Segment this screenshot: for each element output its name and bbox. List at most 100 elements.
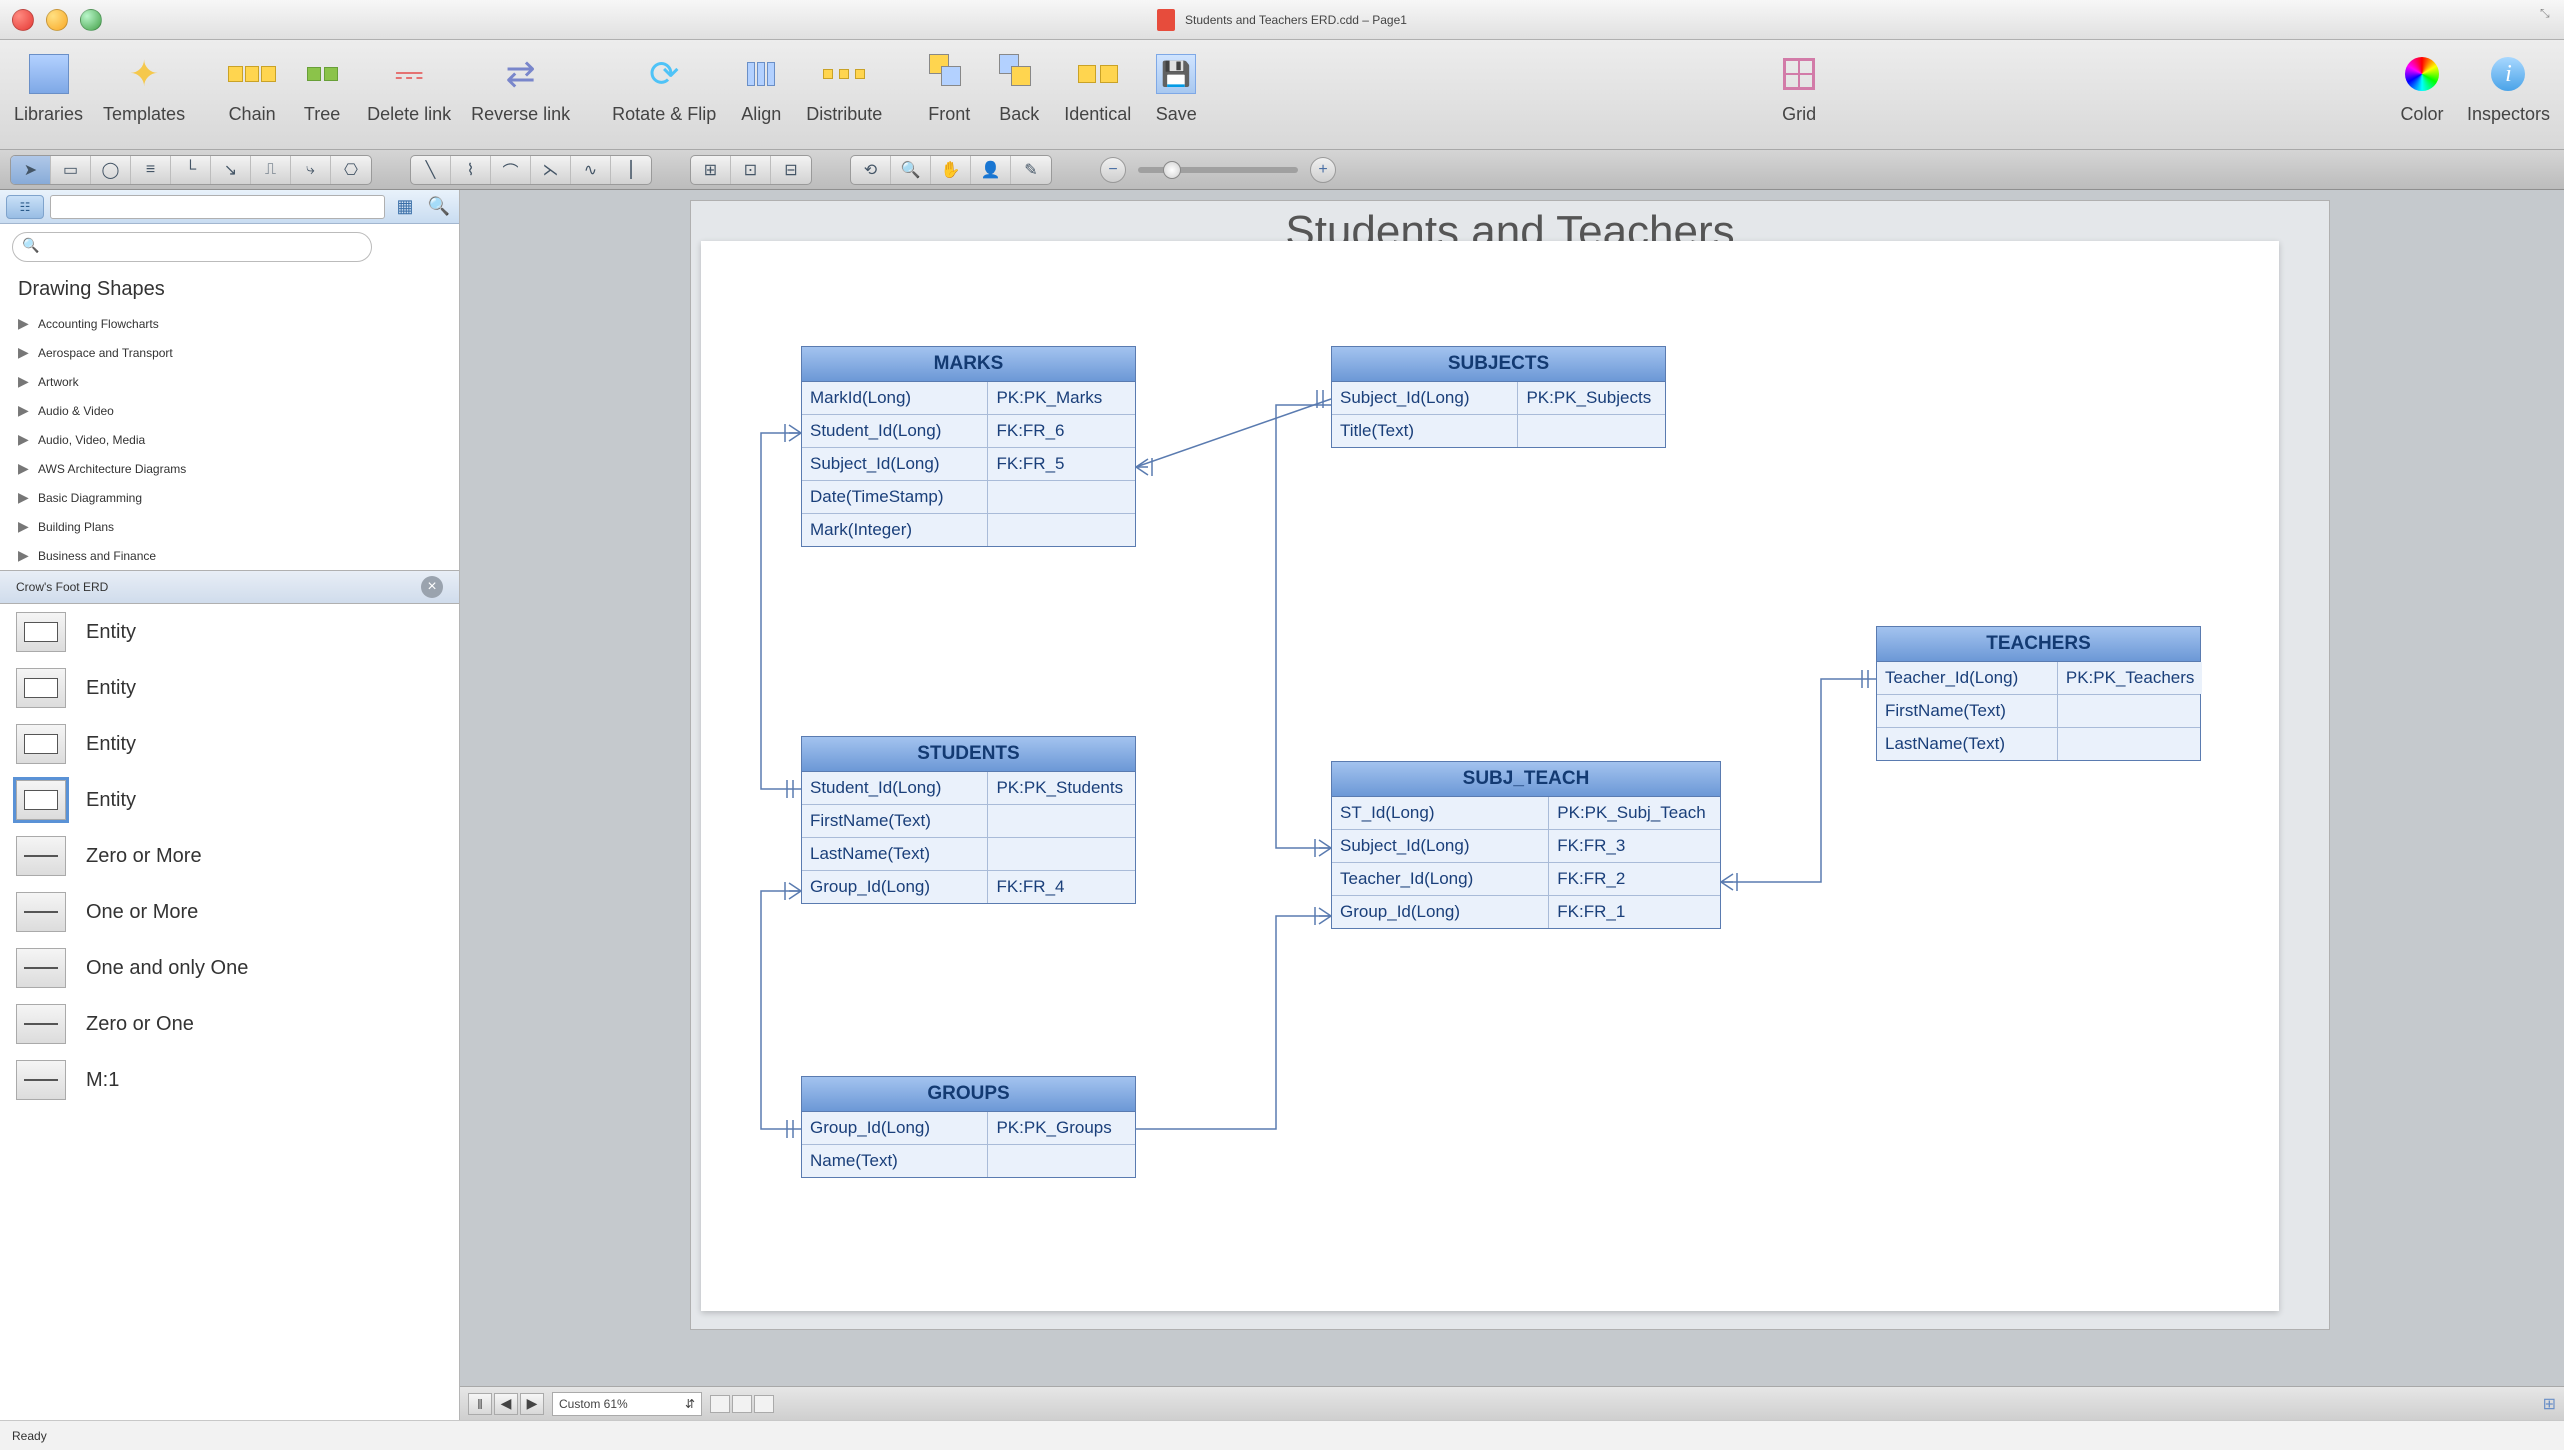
library-category-item[interactable]: ▶Audio, Video, Media <box>0 425 459 454</box>
zoom-label: Custom 61% <box>559 1397 628 1411</box>
palette-item[interactable]: Entity <box>0 660 459 716</box>
erd-table-students[interactable]: STUDENTSStudent_Id(Long)PK:PK_StudentsFi… <box>801 736 1136 904</box>
library-category-item[interactable]: ▶Building Plans <box>0 512 459 541</box>
window-title-text: Students and Teachers ERD.cdd – Page1 <box>1185 13 1407 27</box>
connector-tool-2[interactable]: ↘ <box>211 156 251 184</box>
search-icon[interactable]: 🔍 <box>425 195 453 219</box>
erd-table-subjects[interactable]: SUBJECTSSubject_Id(Long)PK:PK_SubjectsTi… <box>1331 346 1666 448</box>
zoom-slider-thumb[interactable] <box>1163 161 1181 179</box>
column-name: Group_Id(Long) <box>802 1112 988 1144</box>
tree-button[interactable]: Tree <box>287 46 357 129</box>
selected-library[interactable]: Crow's Foot ERD × <box>0 570 459 604</box>
reverse-link-button[interactable]: ⇄Reverse link <box>461 46 580 129</box>
library-category-item[interactable]: ▶Accounting Flowcharts <box>0 309 459 338</box>
pause-icon[interactable]: ‖ <box>468 1393 492 1415</box>
zoom-tool[interactable]: 🔍 <box>891 156 931 184</box>
connector-tool-3[interactable]: ⎍ <box>251 156 291 184</box>
libraries-button[interactable]: Libraries <box>4 46 93 129</box>
library-category-item[interactable]: ▶Audio & Video <box>0 396 459 425</box>
diagram-canvas[interactable]: MARKSMarkId(Long)PK:PK_MarksStudent_Id(L… <box>701 241 2279 1311</box>
chevron-right-icon: ▶ <box>18 344 32 361</box>
bezier-tool[interactable]: ∿ <box>571 156 611 184</box>
zoom-slider[interactable] <box>1138 167 1298 173</box>
resize-icon[interactable]: ⤡ <box>2540 6 2558 24</box>
rectangle-tool[interactable]: ▭ <box>51 156 91 184</box>
chain-button[interactable]: Chain <box>217 46 287 129</box>
identical-button[interactable]: Identical <box>1054 46 1141 129</box>
eyedropper-tool[interactable]: 👤 <box>971 156 1011 184</box>
library-category-item[interactable]: ▶Artwork <box>0 367 459 396</box>
library-search-input[interactable] <box>12 232 372 262</box>
table-row: Title(Text) <box>1332 415 1665 447</box>
arc-tool[interactable]: ⌒ <box>491 156 531 184</box>
erd-table-subj_teach[interactable]: SUBJ_TEACHST_Id(Long)PK:PK_Subj_TeachSub… <box>1331 761 1721 929</box>
delete-link-button[interactable]: ⎓Delete link <box>357 46 461 129</box>
palette-item[interactable]: One and only One <box>0 940 459 996</box>
connector-tool-5[interactable]: ⎔ <box>331 156 371 184</box>
page[interactable]: MARKSMarkId(Long)PK:PK_MarksStudent_Id(L… <box>701 241 2279 1311</box>
page-thumb[interactable] <box>754 1395 774 1413</box>
library-category-item[interactable]: ▶Business and Finance <box>0 541 459 570</box>
pan-tool[interactable]: ✋ <box>931 156 971 184</box>
align-button[interactable]: Align <box>726 46 796 129</box>
front-button[interactable]: Front <box>914 46 984 129</box>
grid-button[interactable]: Grid <box>1764 46 1834 129</box>
pointer-tool[interactable]: ➤ <box>11 156 51 184</box>
line-tool-2[interactable]: ⌇ <box>451 156 491 184</box>
ellipse-tool[interactable]: ◯ <box>91 156 131 184</box>
page-thumb[interactable] <box>710 1395 730 1413</box>
snap-tool-3[interactable]: ⊟ <box>771 156 811 184</box>
snap-tool-2[interactable]: ⊡ <box>731 156 771 184</box>
canvas-scroll[interactable]: Students and Teachers MARKSMarkId(Long)P… <box>460 190 2564 1386</box>
rotate-flip-button[interactable]: ⟳Rotate & Flip <box>602 46 726 129</box>
color-button[interactable]: Color <box>2387 46 2457 129</box>
zoom-in-button[interactable]: + <box>1310 157 1336 183</box>
text-tool[interactable]: ≡ <box>131 156 171 184</box>
sidebar-filter-input[interactable] <box>50 195 385 219</box>
view-mode-icon[interactable]: ⊞ <box>2543 1394 2556 1414</box>
back-button[interactable]: Back <box>984 46 1054 129</box>
snap-tool-1[interactable]: ⊞ <box>691 156 731 184</box>
save-button[interactable]: 💾Save <box>1141 46 1211 129</box>
library-category-item[interactable]: ▶Basic Diagramming <box>0 483 459 512</box>
next-page-button[interactable]: ▶ <box>520 1393 544 1415</box>
palette-item[interactable]: Zero or One <box>0 996 459 1052</box>
palette-item[interactable]: Entity <box>0 716 459 772</box>
zoom-fit-tool[interactable]: ⟲ <box>851 156 891 184</box>
spline-tool[interactable]: ⎮ <box>611 156 651 184</box>
close-icon[interactable]: × <box>421 576 443 598</box>
library-category-item[interactable]: ▶AWS Architecture Diagrams <box>0 454 459 483</box>
edit-tool[interactable]: ✎ <box>1011 156 1051 184</box>
column-key <box>988 481 1135 513</box>
palette-item[interactable]: Entity <box>0 772 459 828</box>
erd-table-marks[interactable]: MARKSMarkId(Long)PK:PK_MarksStudent_Id(L… <box>801 346 1136 547</box>
palette-item[interactable]: One or More <box>0 884 459 940</box>
prev-page-button[interactable]: ◀ <box>494 1393 518 1415</box>
column-key: FK:FR_1 <box>1549 896 1720 928</box>
inspectors-icon: i <box>2484 50 2532 98</box>
palette-label: Entity <box>86 789 136 812</box>
connector-tool-1[interactable]: └ <box>171 156 211 184</box>
column-key <box>1518 415 1665 447</box>
erd-table-teachers[interactable]: TEACHERSTeacher_Id(Long)PK:PK_TeachersFi… <box>1876 626 2201 761</box>
erd-table-groups[interactable]: GROUPSGroup_Id(Long)PK:PK_GroupsName(Tex… <box>801 1076 1136 1178</box>
grid-view-icon[interactable]: ▦ <box>391 195 419 219</box>
column-name: Group_Id(Long) <box>1332 896 1549 928</box>
connector-tool-4[interactable]: ⤷ <box>291 156 331 184</box>
grid-icon <box>1775 50 1823 98</box>
library-category-item[interactable]: ▶Aerospace and Transport <box>0 338 459 367</box>
zoom-select[interactable]: Custom 61% ⇵ <box>552 1392 702 1416</box>
inspectors-button[interactable]: iInspectors <box>2457 46 2560 129</box>
palette-item[interactable]: Entity <box>0 604 459 660</box>
zoom-out-button[interactable]: − <box>1100 157 1126 183</box>
page-thumb[interactable] <box>732 1395 752 1413</box>
distribute-button[interactable]: Distribute <box>796 46 892 129</box>
sidebar-toggle-button[interactable]: ☷ <box>6 195 44 219</box>
column-key <box>988 1145 1135 1177</box>
table-header: SUBJECTS <box>1332 347 1665 382</box>
templates-button[interactable]: ✦Templates <box>93 46 195 129</box>
palette-item[interactable]: M:1 <box>0 1052 459 1108</box>
line-tool-1[interactable]: ╲ <box>411 156 451 184</box>
palette-item[interactable]: Zero or More <box>0 828 459 884</box>
polyline-tool[interactable]: ⋋ <box>531 156 571 184</box>
